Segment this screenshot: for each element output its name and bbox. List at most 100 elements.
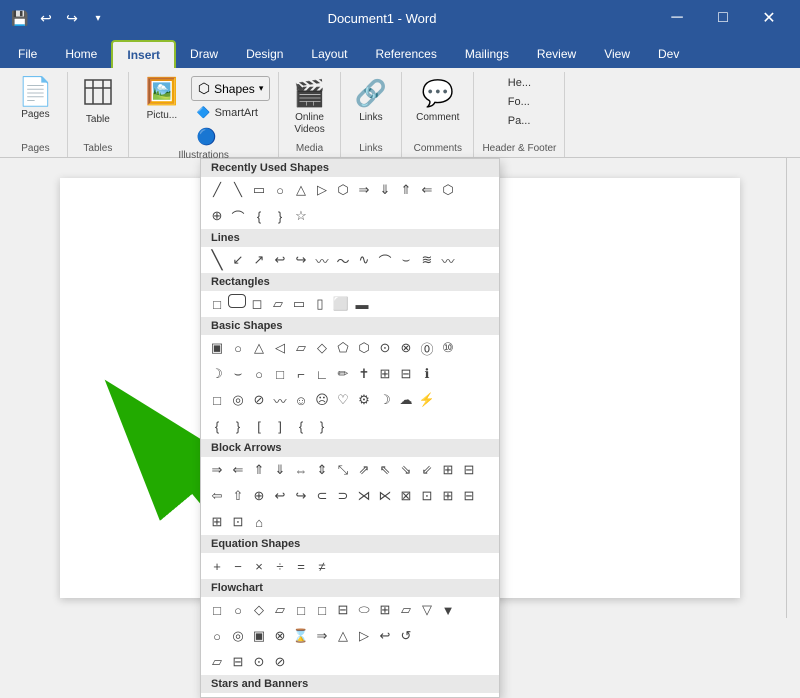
pages-button[interactable]: 📄 Pages (12, 74, 59, 125)
basic-tri[interactable]: △ (249, 338, 269, 358)
save-button[interactable]: 💾 (8, 6, 32, 30)
line-dotted[interactable]: ≋ (417, 250, 437, 270)
page-number-button[interactable]: Pa... (502, 112, 537, 130)
basic-i[interactable]: ℹ (417, 364, 437, 384)
block-diag[interactable]: ⤡ (333, 460, 353, 480)
flow-diamond[interactable]: ◇ (249, 600, 269, 620)
basic-cloud[interactable]: ☁ (396, 390, 416, 410)
basic-circle[interactable]: ○ (228, 338, 248, 358)
line-zigzag[interactable]: 〜 (333, 250, 353, 270)
rect-thin[interactable]: ▬ (352, 294, 372, 314)
rect-snip[interactable]: ◻ (247, 294, 267, 314)
basic-pencil[interactable]: ✏ (333, 364, 353, 384)
flow-plus[interactable]: ⊞ (375, 600, 395, 620)
tab-design[interactable]: Design (232, 40, 297, 68)
basic-hex[interactable]: ⬡ (354, 338, 374, 358)
line-wave[interactable]: 〰 (312, 250, 332, 270)
block-b5[interactable]: ⊃ (333, 486, 353, 506)
customize-qat-button[interactable]: ▾ (86, 6, 110, 30)
flow-tape[interactable]: ⊟ (333, 600, 353, 620)
basic-12[interactable]: ⑩ (438, 338, 458, 358)
shapes-dropdown-button[interactable]: ⬡ Shapes ▾ (191, 76, 270, 101)
flow-strip[interactable]: ▱ (396, 600, 416, 620)
line-curve1[interactable]: ↩ (270, 250, 290, 270)
tab-dev[interactable]: Dev (644, 40, 693, 68)
basic-sad[interactable]: ☹ (312, 390, 332, 410)
block-b11[interactable]: ⊟ (459, 486, 479, 506)
basic-cross[interactable]: ✝ (354, 364, 374, 384)
flow-loop2[interactable]: ↺ (396, 626, 416, 646)
basic-para[interactable]: ▱ (291, 338, 311, 358)
rect-dbl[interactable]: ⬜ (331, 294, 351, 314)
line-curve2[interactable]: ↪ (291, 250, 311, 270)
block-u[interactable]: ⇑ (249, 460, 269, 480)
flow-inv-tri2[interactable]: ▼ (438, 600, 458, 620)
block-b10[interactable]: ⊞ (438, 486, 458, 506)
shape-darrow[interactable]: ⇓ (375, 180, 395, 200)
flow-card[interactable]: ▣ (249, 626, 269, 646)
smartart-button[interactable]: 🔷 SmartArt (191, 103, 270, 122)
rect-tall[interactable]: ▯ (310, 294, 330, 314)
shape-line[interactable]: ╱ (207, 180, 227, 200)
block-b3[interactable]: ↪ (291, 486, 311, 506)
block-lr[interactable]: ⇔ (291, 460, 311, 480)
block-str-l[interactable]: ⇦ (207, 486, 227, 506)
basic-brace-r[interactable]: } (228, 416, 248, 436)
shape-tri[interactable]: △ (291, 180, 311, 200)
shape-pent[interactable]: ⬡ (333, 180, 353, 200)
flow-hourglass[interactable]: ⌛ (291, 626, 311, 646)
line-straight[interactable]: ╲ (207, 250, 227, 270)
block-dr[interactable]: ⇘ (396, 460, 416, 480)
vertical-scrollbar[interactable] (786, 158, 800, 618)
basic-rtri[interactable]: ◁ (270, 338, 290, 358)
undo-button[interactable]: ↩ (34, 6, 58, 30)
links-button[interactable]: 🔗 Links (349, 74, 393, 128)
maximize-button[interactable]: □ (700, 0, 746, 36)
flow-ring[interactable]: ◎ (228, 626, 248, 646)
shape-uarrow[interactable]: ⇑ (396, 180, 416, 200)
shape-diag[interactable]: ╲ (228, 180, 248, 200)
rect-square[interactable]: □ (207, 294, 227, 314)
line-dbl[interactable]: ⌣ (396, 250, 416, 270)
line-angle1[interactable]: ↙ (228, 250, 248, 270)
flow-round[interactable]: ○ (228, 600, 248, 620)
eq-times[interactable]: × (249, 556, 269, 576)
block-c2[interactable]: ⊡ (228, 512, 248, 532)
pictures-button[interactable]: 🖼️ Pictu... (137, 74, 187, 126)
shape-bracket-r[interactable]: } (270, 206, 290, 226)
block-b2[interactable]: ↩ (270, 486, 290, 506)
eq-minus[interactable]: − (228, 556, 248, 576)
basic-hept[interactable]: ⊙ (375, 338, 395, 358)
basic-wave2[interactable]: 〰 (270, 390, 290, 410)
flow-rect[interactable]: □ (207, 600, 227, 620)
table-button[interactable]: Table (76, 74, 120, 130)
eq-div[interactable]: ÷ (270, 556, 290, 576)
basic-bracket-l[interactable]: [ (249, 416, 269, 436)
tab-draw[interactable]: Draw (176, 40, 232, 68)
tab-insert[interactable]: Insert (111, 40, 176, 68)
block-c3[interactable]: ⌂ (249, 512, 269, 532)
basic-bracket2-r[interactable]: } (312, 416, 332, 436)
block-b9[interactable]: ⊡ (417, 486, 437, 506)
flow-inv-tri[interactable]: ▽ (417, 600, 437, 620)
eq-neq[interactable]: ≠ (312, 556, 332, 576)
shape-star[interactable]: ☆ (291, 206, 311, 226)
online-videos-button[interactable]: 🎬 OnlineVideos (287, 74, 331, 140)
flow-rect2[interactable]: □ (291, 600, 311, 620)
basic-rect2[interactable]: □ (270, 364, 290, 384)
basic-angle[interactable]: ∟ (312, 364, 332, 384)
line-sine[interactable]: ∿ (354, 250, 374, 270)
basic-heart[interactable]: ♡ (333, 390, 353, 410)
close-button[interactable]: ✕ (746, 0, 792, 36)
tab-home[interactable]: Home (51, 40, 111, 68)
basic-moon[interactable]: ☽ (207, 364, 227, 384)
shape-rect[interactable]: ▭ (249, 180, 269, 200)
block-c1[interactable]: ⊞ (207, 512, 227, 532)
block-6[interactable]: ⊟ (459, 460, 479, 480)
minimize-button[interactable]: ─ (654, 0, 700, 36)
shape-hex[interactable]: ⬡ (438, 180, 458, 200)
block-d[interactable]: ⇓ (270, 460, 290, 480)
shape-rtri[interactable]: ▷ (312, 180, 332, 200)
basic-dec[interactable]: ⓪ (417, 338, 437, 358)
block-ul[interactable]: ⇖ (375, 460, 395, 480)
